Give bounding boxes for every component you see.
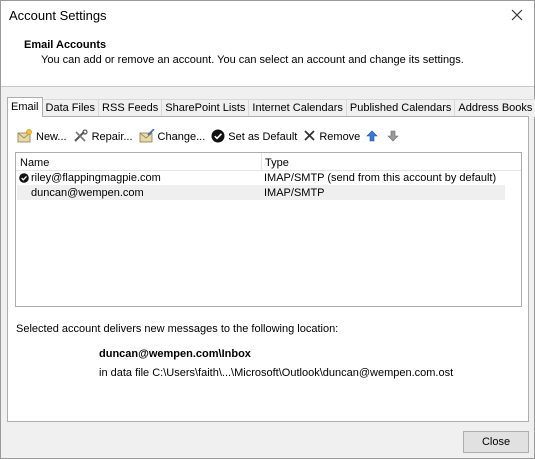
move-up-button[interactable] [366,130,381,145]
delivery-folder: duncan@wempen.com\Inbox [99,348,251,360]
tools-icon [73,128,92,146]
window-title: Account Settings [9,8,107,23]
account-settings-dialog: Account Settings Email Accounts You can … [0,0,535,459]
repair-button[interactable]: Repair... [73,128,133,146]
section-title: Email Accounts [24,39,107,51]
arrow-down-icon [387,130,402,145]
tab-published-calendars[interactable]: Published Calendars [345,99,456,117]
account-name: duncan@wempen.com [31,187,144,199]
tab-email[interactable]: Email [7,97,43,117]
tab-address-books[interactable]: Address Books [454,99,535,117]
section-description: You can add or remove an account. You ca… [41,54,464,66]
column-divider[interactable] [261,153,262,171]
list-item[interactable]: duncan@wempen.com IMAP/SMTP [17,185,505,200]
list-item[interactable]: riley@flappingmagpie.com IMAP/SMTP (send… [17,170,505,185]
column-header-type[interactable]: Type [265,157,289,169]
change-label: Change... [157,131,206,143]
move-down-button[interactable] [387,130,402,145]
tab-internet-calendars[interactable]: Internet Calendars [248,99,347,117]
tab-data-files[interactable]: Data Files [41,99,100,117]
checkmark-circle-icon [211,129,228,146]
new-label: New... [36,131,67,143]
remove-button[interactable]: Remove [303,129,360,145]
new-account-button[interactable]: New... [17,128,67,146]
set-as-default-button[interactable]: Set as Default [211,129,297,146]
delivery-data-file: in data file C:\Users\faith\...\Microsof… [99,367,454,379]
title-bar: Account Settings [1,1,534,31]
close-button[interactable]: Close [463,431,529,453]
column-header-name[interactable]: Name [20,157,49,169]
dialog-header: Email Accounts You can add or remove an … [1,31,534,87]
change-button[interactable]: Change... [139,127,206,146]
close-icon[interactable] [508,6,526,24]
tab-sharepoint-lists[interactable]: SharePoint Lists [161,99,250,117]
account-name: riley@flappingmagpie.com [31,172,161,184]
remove-x-icon [303,129,319,145]
tab-strip: Email Data Files RSS Feeds SharePoint Li… [7,97,535,117]
new-account-icon [17,128,36,146]
remove-label: Remove [319,131,361,143]
list-header: Name Type [16,153,521,171]
email-tab-panel: New... Repair... Change... Set as Defaul… [7,116,529,422]
account-toolbar: New... Repair... Change... Set as Defaul… [17,127,408,146]
delivery-location-intro: Selected account delivers new messages t… [16,323,339,335]
set-as-default-label: Set as Default [228,131,298,143]
repair-label: Repair... [91,131,133,143]
arrow-up-icon [366,130,381,145]
account-type: IMAP/SMTP (send from this account by def… [264,172,497,184]
accounts-list: Name Type riley@flappingmagpie.com IMAP/… [15,152,522,307]
change-account-icon [139,127,158,146]
account-type: IMAP/SMTP [264,187,325,199]
tab-rss-feeds[interactable]: RSS Feeds [98,99,163,117]
